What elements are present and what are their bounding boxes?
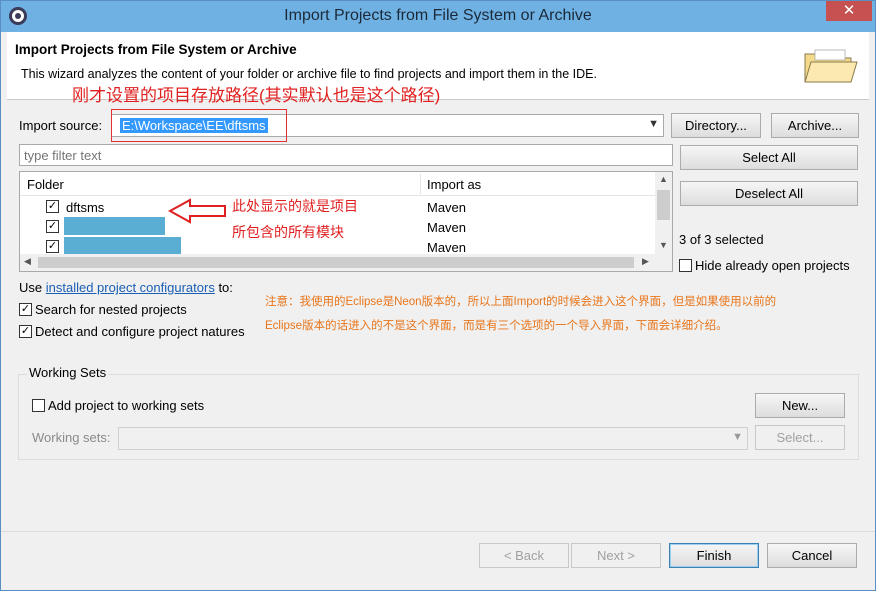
wizard-description: This wizard analyzes the content of your… [21,67,597,81]
cancel-button[interactable]: Cancel [767,543,857,568]
scroll-thumb[interactable] [657,190,670,220]
scroll-up-icon[interactable]: ▲ [659,174,668,184]
configurators-line: Use installed project configurators to: [19,280,233,295]
title-bar: Import Projects from File System or Arch… [1,1,875,32]
archive-button[interactable]: Archive... [771,113,859,138]
directory-button[interactable]: Directory... [671,113,761,138]
working-sets-label: Working sets: [32,430,111,445]
finish-button[interactable]: Finish [669,543,759,568]
add-to-working-sets-label: Add project to working sets [48,398,205,413]
window-title: Import Projects from File System or Arch… [284,7,592,24]
import-source-label: Import source: [19,118,103,133]
annotation-path-note: 刚才设置的项目存放路径(其实默认也是这个路径) [72,86,441,105]
select-all-button[interactable]: Select All [680,145,858,170]
projects-table: Folder Import as ✓ dftsms Maven ✓ Maven … [19,171,673,272]
annotation-arrow-icon [168,198,226,224]
annotation-eclipse-note: Eclipse版本的话进入的不是这个界面，而是有三个选项的一个导入界面，下面会详… [265,320,728,332]
row-import-as: Maven [427,220,467,235]
annotation-eclipse-note: 注意：我使用的Eclipse是Neon版本的，所以上面Import的时候会进入这… [265,296,777,308]
configurators-link[interactable]: installed project configurators [46,280,215,295]
redacted-folder-name [64,237,181,255]
nested-projects-checkbox[interactable]: ✓ [19,303,32,316]
column-folder[interactable]: Folder [27,177,64,192]
chevron-down-icon[interactable]: ▼ [648,118,659,130]
project-natures-label: Detect and configure project natures [35,324,245,339]
table-header: Folder Import as [20,172,656,196]
hide-open-label: Hide already open projects [695,258,850,273]
next-button[interactable]: Next > [571,543,661,568]
annotation-highlight-box [111,109,287,142]
add-to-working-sets-checkbox[interactable] [32,399,45,412]
vertical-scrollbar[interactable]: ▲ ▼ [655,172,672,255]
row-folder: dftsms [66,200,105,215]
row-checkbox[interactable]: ✓ [46,220,59,233]
selection-status: 3 of 3 selected [679,232,764,247]
annotation-project-note: 此处显示的就是项目 [232,198,358,214]
wizard-title: Import Projects from File System or Arch… [15,42,297,57]
working-sets-title: Working Sets [27,365,109,380]
select-working-set-button[interactable]: Select... [755,425,845,450]
row-import-as: Maven [427,200,467,215]
import-wizard-window: Import Projects from File System or Arch… [0,0,876,591]
project-natures-checkbox[interactable]: ✓ [19,325,32,338]
new-working-set-button[interactable]: New... [755,393,845,418]
scroll-down-icon[interactable]: ▼ [659,240,668,250]
scroll-thumb[interactable] [38,257,634,268]
column-separator [420,174,421,194]
column-import-as[interactable]: Import as [427,177,481,192]
row-import-as: Maven [427,240,467,255]
deselect-all-button[interactable]: Deselect All [680,181,858,206]
configurators-suffix: to: [214,280,233,295]
footer-divider [1,531,875,532]
scroll-right-icon[interactable]: ▶ [642,256,649,267]
working-sets-combo[interactable]: ▼ [118,427,748,450]
filter-input[interactable] [19,144,673,166]
scroll-left-icon[interactable]: ◀ [24,256,31,267]
row-checkbox[interactable]: ✓ [46,240,59,253]
close-button[interactable]: ✕ [826,1,872,21]
chevron-down-icon[interactable]: ▼ [732,431,743,443]
redacted-folder-name [64,217,165,235]
folder-open-icon [804,49,858,83]
hide-open-checkbox[interactable] [679,259,692,272]
configurators-prefix: Use [19,280,46,295]
annotation-project-note: 所包含的所有模块 [232,224,344,240]
horizontal-scrollbar[interactable]: ◀ ▶ [20,254,672,271]
row-checkbox[interactable]: ✓ [46,200,59,213]
back-button[interactable]: < Back [479,543,569,568]
nested-projects-label: Search for nested projects [35,302,187,317]
